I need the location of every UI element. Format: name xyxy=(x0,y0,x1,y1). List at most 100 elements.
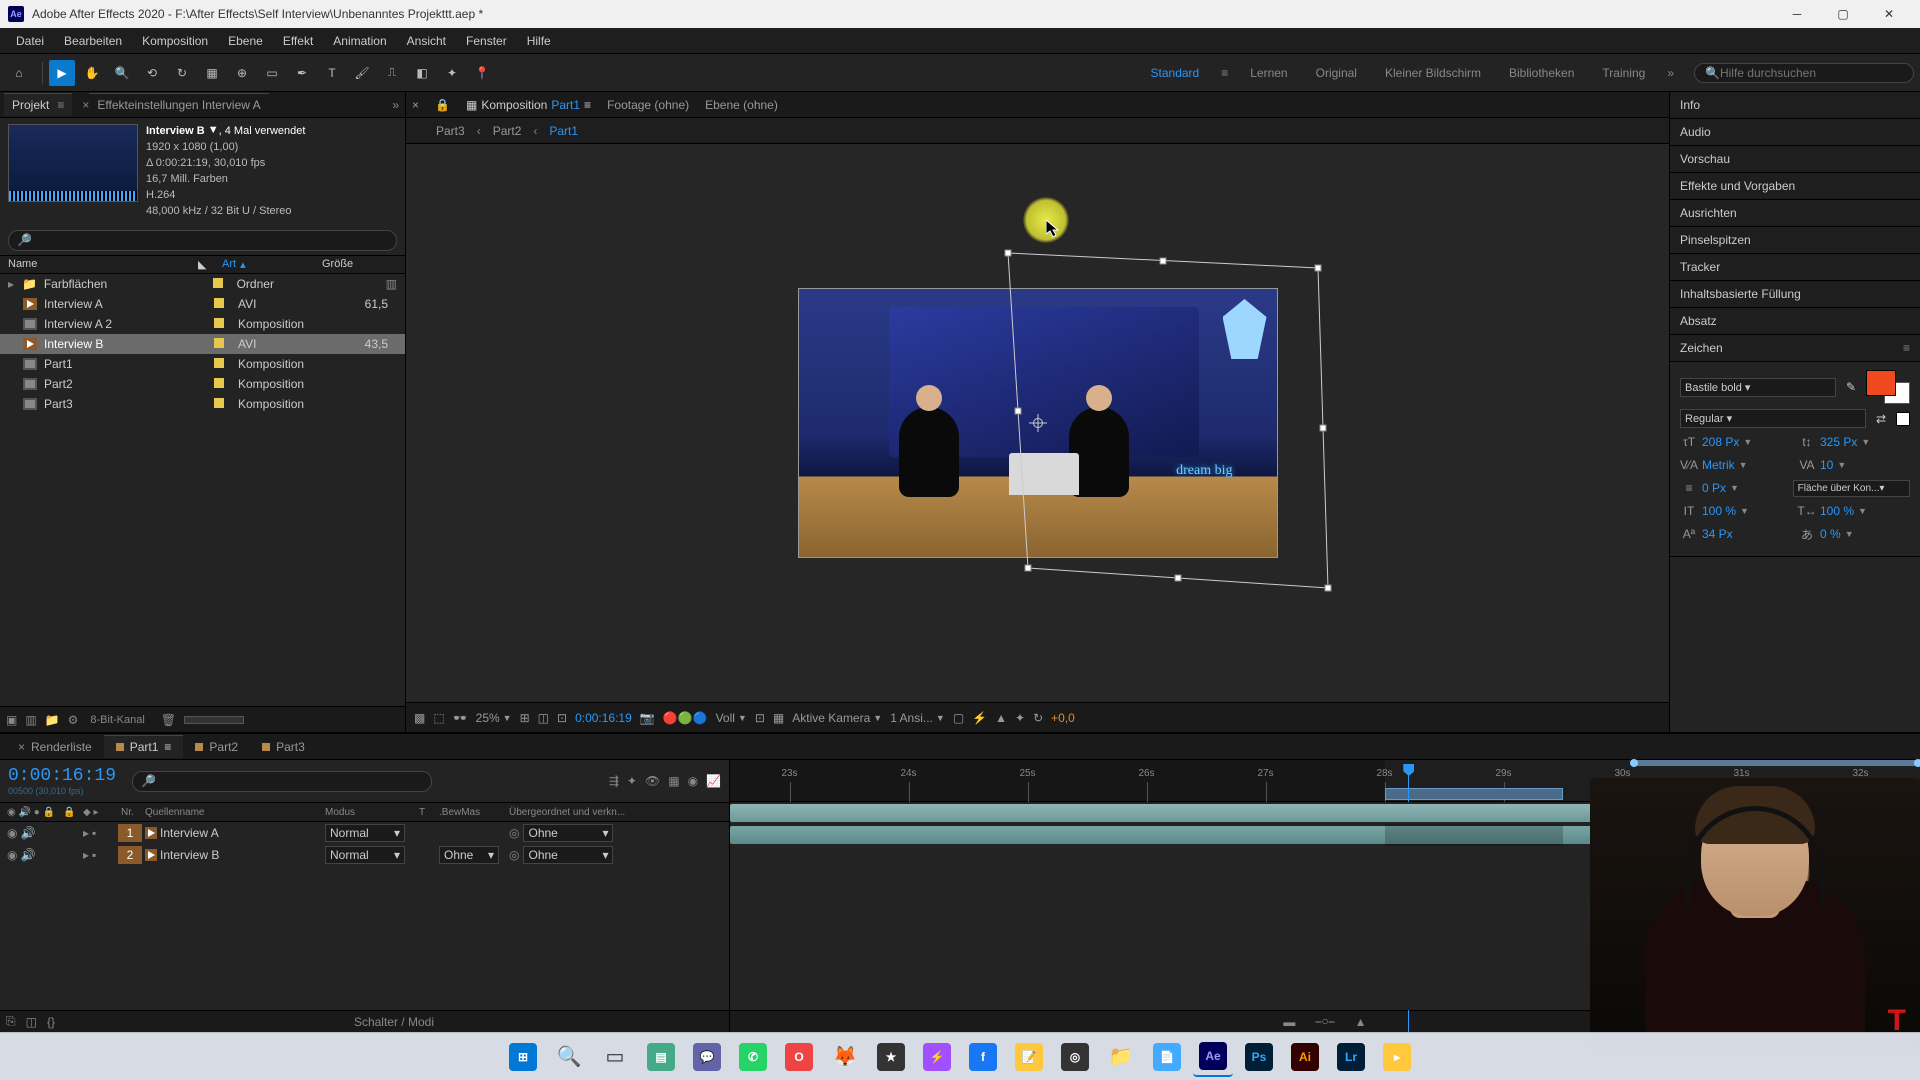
stroke-color-swatch[interactable] xyxy=(1896,412,1910,426)
kerning-value[interactable]: Metrik xyxy=(1702,458,1735,472)
roi-icon[interactable]: ◫ xyxy=(538,711,549,725)
taskbar-opera[interactable]: O xyxy=(779,1037,819,1077)
menu-ansicht[interactable]: Ansicht xyxy=(397,30,456,52)
channel-icon[interactable]: 🔴🟢🔵 xyxy=(663,711,708,725)
project-item-part3[interactable]: Part3Komposition xyxy=(0,394,405,414)
leading-value[interactable]: 325 Px xyxy=(1820,435,1857,449)
new-comp-icon[interactable]: ▥ xyxy=(25,713,36,727)
project-list[interactable]: ▸📁FarbflächenOrdner▥Interview AAVI61,5In… xyxy=(0,274,405,706)
project-item-interview-b[interactable]: Interview BAVI43,5 xyxy=(0,334,405,354)
graph-editor-icon[interactable]: 📈 xyxy=(706,774,721,788)
zoom-slider[interactable]: ⎯○⎯ xyxy=(1315,1014,1334,1029)
minimize-button[interactable]: ─ xyxy=(1774,0,1820,28)
menu-effekt[interactable]: Effekt xyxy=(273,30,323,52)
col-size[interactable]: Größe xyxy=(322,258,372,270)
project-item-interview-a-2[interactable]: Interview A 2Komposition xyxy=(0,314,405,334)
comp-lock-icon[interactable]: 🔒 xyxy=(435,98,450,112)
3d-icon[interactable]: ▲ xyxy=(995,711,1007,725)
views-dropdown[interactable]: 1 Ansi...▼ xyxy=(890,711,945,725)
rotation-tool[interactable]: ↻ xyxy=(169,60,195,86)
menu-datei[interactable]: Datei xyxy=(6,30,54,52)
comp-mini-flowchart-icon[interactable]: ⇶ xyxy=(609,774,619,788)
shape-tool[interactable]: ▭ xyxy=(259,60,285,86)
transparency-grid-icon[interactable]: ▦ xyxy=(773,711,784,725)
project-search[interactable]: 🔎 xyxy=(8,230,397,251)
workspace-overflow[interactable]: » xyxy=(1659,62,1682,84)
workspace-lernen[interactable]: Lernen xyxy=(1236,62,1301,84)
taskbar-more[interactable]: ▸ xyxy=(1377,1037,1417,1077)
menu-komposition[interactable]: Komposition xyxy=(132,30,218,52)
orbit-tool[interactable]: ⟲ xyxy=(139,60,165,86)
grid-icon[interactable]: ⊡ xyxy=(557,711,567,725)
panel-effekte[interactable]: Effekte und Vorgaben xyxy=(1670,173,1920,200)
selection-tool[interactable]: ▶ xyxy=(49,60,75,86)
tracking-value[interactable]: 10 xyxy=(1820,458,1833,472)
puppet-tool[interactable]: 📍 xyxy=(469,60,495,86)
crumb-part1[interactable]: Part1 xyxy=(549,124,578,138)
timeline-layer-2[interactable]: ◉🔊▸▪2 Interview BNormal▾Ohne▾◎Ohne▾ xyxy=(0,844,729,866)
project-item-part2[interactable]: Part2Komposition xyxy=(0,374,405,394)
timeline-layers[interactable]: ◉🔊▸▪1 Interview ANormal▾◎Ohne▾◉🔊▸▪2 Inte… xyxy=(0,822,729,866)
col-parent[interactable]: Übergeordnet und verkn... xyxy=(506,807,646,818)
stroke-value[interactable]: 0 Px xyxy=(1702,481,1726,495)
taskbar-teams[interactable]: 💬 xyxy=(687,1037,727,1077)
menu-ebene[interactable]: Ebene xyxy=(218,30,273,52)
project-tab[interactable]: Projekt ≡ xyxy=(4,93,72,116)
menu-fenster[interactable]: Fenster xyxy=(456,30,517,52)
panel-tracker[interactable]: Tracker xyxy=(1670,254,1920,281)
fast-preview-icon[interactable]: ⊡ xyxy=(755,711,765,725)
toggle-brackets-icon[interactable]: {} xyxy=(47,1015,55,1029)
timeline-navigator[interactable] xyxy=(1634,760,1918,766)
taskbar-firefox[interactable]: 🦊 xyxy=(825,1037,865,1077)
timeline-layer-1[interactable]: ◉🔊▸▪1 Interview ANormal▾◎Ohne▾ xyxy=(0,822,729,844)
panel-ausrichten[interactable]: Ausrichten xyxy=(1670,200,1920,227)
col-name[interactable]: Name xyxy=(8,258,198,270)
taskbar-explorer[interactable]: 📁 xyxy=(1101,1037,1141,1077)
font-family-dropdown[interactable]: Bastile bold ▾ xyxy=(1680,378,1836,397)
mask-toggle[interactable]: 👓 xyxy=(453,711,468,725)
timeline-search-input[interactable] xyxy=(156,774,423,789)
taskbar-facebook[interactable]: f xyxy=(963,1037,1003,1077)
fill-color-swatch[interactable] xyxy=(1866,370,1896,396)
panel-absatz[interactable]: Absatz xyxy=(1670,308,1920,335)
item-dropdown-icon[interactable]: ▼ xyxy=(208,123,219,139)
toggle-modes-icon[interactable]: ◫ xyxy=(26,1015,37,1029)
project-tab-close[interactable]: × xyxy=(82,98,89,112)
composition-tab[interactable]: ▦ Komposition Part1 ≡ xyxy=(466,98,591,112)
taskbar-notepad[interactable]: 📄 xyxy=(1147,1037,1187,1077)
stroke-option-dropdown[interactable]: Fläche über Kon...▾ xyxy=(1793,480,1910,497)
project-search-input[interactable] xyxy=(32,233,388,248)
taskbar-start[interactable]: ⊞ xyxy=(503,1037,543,1077)
timeline-tab-part3[interactable]: Part3 xyxy=(250,736,317,758)
work-area-bar[interactable] xyxy=(1385,788,1564,800)
taskbar-taskview[interactable]: ▭ xyxy=(595,1037,635,1077)
frame-blend-icon[interactable]: ▦ xyxy=(668,774,679,788)
effect-controls-tab[interactable]: Effekteinstellungen Interview A xyxy=(89,93,268,116)
panel-fuellung[interactable]: Inhaltsbasierte Füllung xyxy=(1670,281,1920,308)
taskbar-ps[interactable]: Ps xyxy=(1239,1037,1279,1077)
anchor-point-icon[interactable] xyxy=(1029,414,1047,432)
zoom-in-icon[interactable]: ▲ xyxy=(1355,1015,1367,1029)
alpha-toggle[interactable]: ▩ xyxy=(414,711,425,725)
col-source[interactable]: Quellenname xyxy=(142,807,322,818)
zoom-out-icon[interactable]: ▬ xyxy=(1283,1015,1295,1029)
taskbar-notes[interactable]: 📝 xyxy=(1009,1037,1049,1077)
eyedropper-icon[interactable]: ✎ xyxy=(1842,380,1860,394)
timeline-tab-renderliste[interactable]: × Renderliste xyxy=(6,736,104,758)
panel-vorschau[interactable]: Vorschau xyxy=(1670,146,1920,173)
eraser-tool[interactable]: ◧ xyxy=(409,60,435,86)
footage-tab[interactable]: Footage (ohne) xyxy=(607,98,689,112)
taskbar-ae[interactable]: Ae xyxy=(1193,1037,1233,1077)
maximize-button[interactable]: ▢ xyxy=(1820,0,1866,28)
home-tool[interactable]: ⌂ xyxy=(6,60,32,86)
help-search-input[interactable] xyxy=(1720,66,1903,80)
panel-zeichen[interactable]: Zeichen≡ xyxy=(1670,335,1920,362)
workspace-bibliotheken[interactable]: Bibliotheken xyxy=(1495,62,1588,84)
new-folder-icon[interactable]: 📁 xyxy=(45,713,60,727)
workspace-kleiner[interactable]: Kleiner Bildschirm xyxy=(1371,62,1495,84)
menu-bearbeiten[interactable]: Bearbeiten xyxy=(54,30,132,52)
color-swatches[interactable] xyxy=(1866,370,1910,404)
workspace-standard[interactable]: Standard xyxy=(1137,62,1214,84)
col-art[interactable]: Art ▴ xyxy=(222,258,322,271)
hand-tool[interactable]: ✋ xyxy=(79,60,105,86)
